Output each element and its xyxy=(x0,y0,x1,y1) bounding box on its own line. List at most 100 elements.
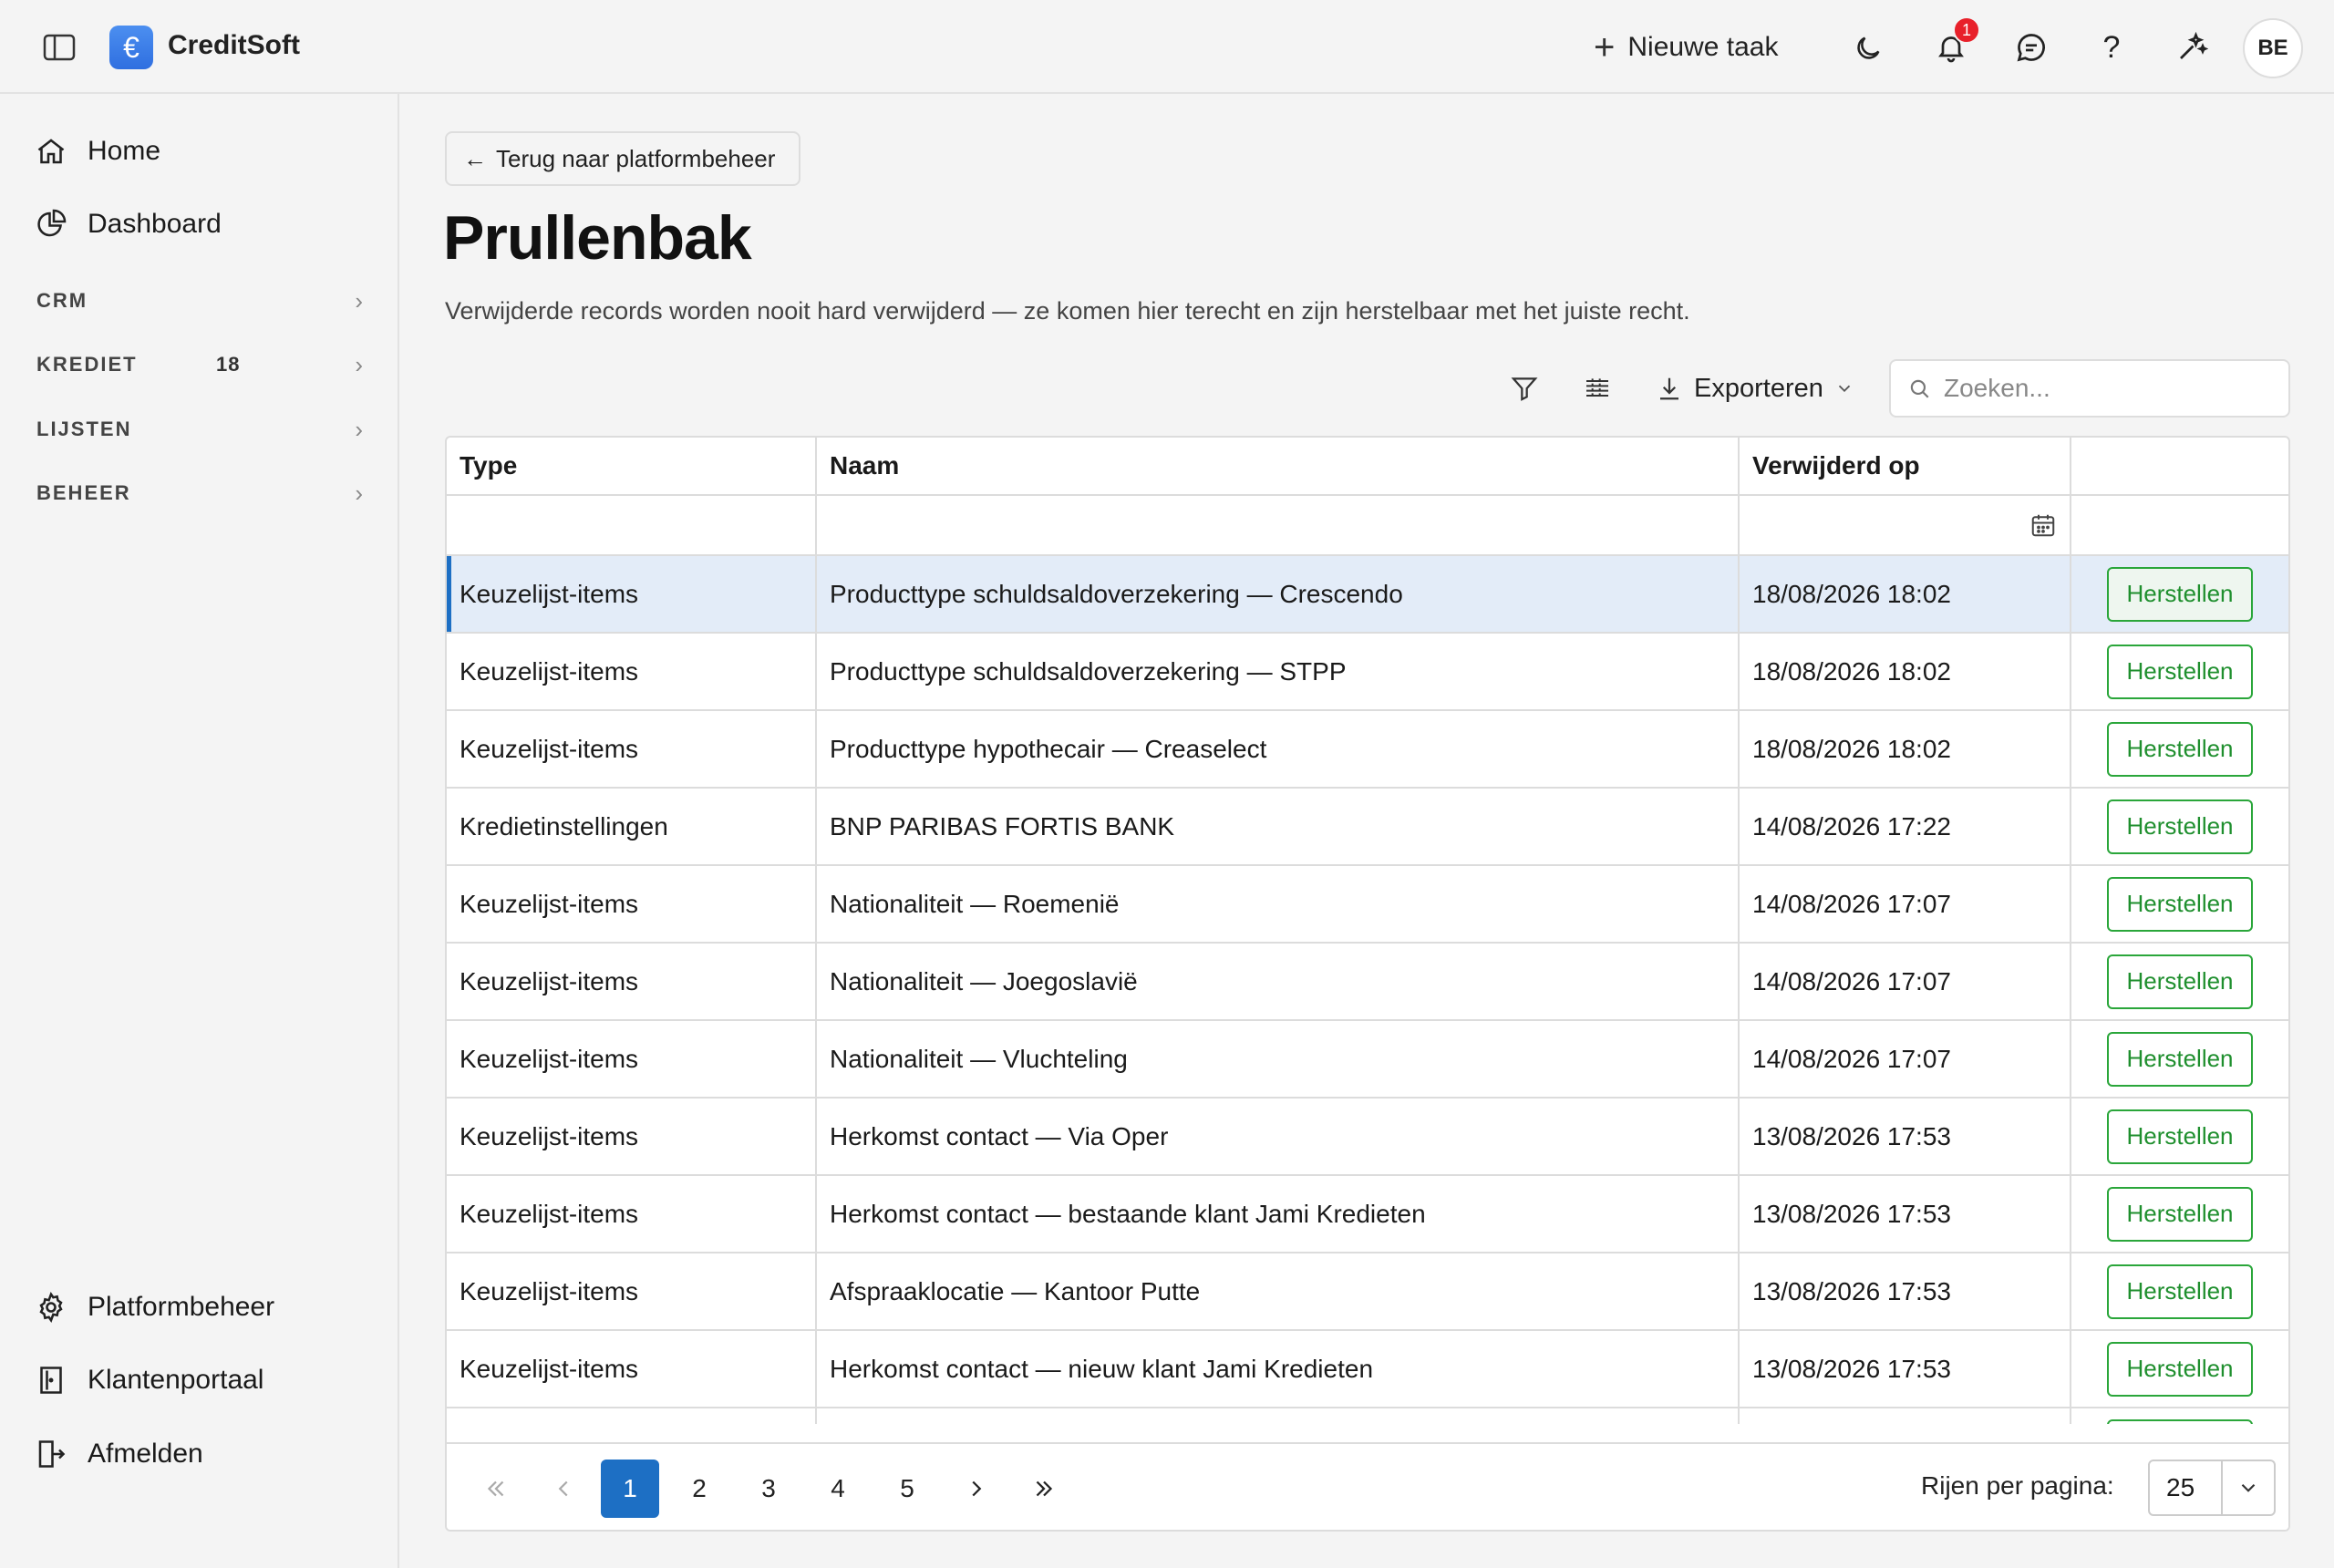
cell-naam: Nationaliteit — Roemenië xyxy=(817,866,1740,942)
table-row[interactable]: Keuzelijst-items Producttype schuldsaldov… xyxy=(447,634,2288,711)
table-row[interactable]: Keuzelijst-items Afspraaklocatie — Kantoo… xyxy=(447,1253,2288,1331)
arrow-left-icon: ← xyxy=(463,144,487,172)
sidebar-item-afmelden[interactable]: Afmelden xyxy=(35,1427,372,1481)
plus-icon: + xyxy=(1594,27,1616,67)
table-header: Type Naam Verwijderd op xyxy=(447,438,2288,496)
table-row[interactable]: Keuzelijst-items Nationaliteit — Vluchtel… xyxy=(447,1021,2288,1099)
restore-button[interactable]: Herstellen xyxy=(2107,1031,2253,1087)
export-button[interactable]: Exporteren xyxy=(1656,365,1854,412)
restore-button[interactable]: Herstellen xyxy=(2107,644,2253,699)
cell-verwijderd-op: 13/08/2026 17:53 xyxy=(1740,1176,2071,1252)
back-to-platformbeheer-button[interactable]: ← Terug naar platformbeheer xyxy=(445,131,800,186)
first-page-icon[interactable] xyxy=(467,1460,525,1518)
columns-icon[interactable] xyxy=(1577,365,1617,412)
restore-button[interactable]: Herstellen xyxy=(2107,721,2253,777)
table-row[interactable]: Keuzelijst-items Nationaliteit — Roemenië… xyxy=(447,866,2288,944)
user-avatar[interactable]: BE xyxy=(2243,18,2303,78)
search-box[interactable] xyxy=(1889,359,2290,418)
cell-type: Kredietinstellingen xyxy=(447,789,817,864)
table-row[interactable]: Keuzelijst-items Herkomst contact — besta… xyxy=(447,1176,2288,1253)
cell-verwijderd-op: 13/08/2026 17:53 xyxy=(1740,1099,2071,1174)
section-count: 18 xyxy=(216,353,241,376)
restore-button[interactable]: Herstellen xyxy=(2107,876,2253,932)
chevron-down-icon[interactable] xyxy=(2223,1476,2274,1500)
filter-type-input[interactable] xyxy=(447,496,817,554)
help-icon[interactable]: ? xyxy=(2093,27,2130,67)
table-row[interactable]: Keuzelijst-items Herkomst contact — nieuw… xyxy=(447,1331,2288,1408)
app-logo: € xyxy=(109,26,153,69)
column-header-naam[interactable]: Naam xyxy=(817,438,1740,494)
cell-type: Keuzelijst-items xyxy=(447,944,817,1019)
page-button-1[interactable]: 1 xyxy=(601,1460,659,1518)
portal-door-icon xyxy=(40,1367,62,1394)
ai-sparkle-icon[interactable] xyxy=(2172,27,2212,67)
sidebar-section-krediet[interactable]: KREDIET 18 › xyxy=(36,346,365,383)
cell-actions: Herstellen xyxy=(2071,1253,2288,1329)
download-icon xyxy=(1660,377,1678,400)
column-header-type[interactable]: Type xyxy=(447,438,817,494)
cell-actions: Herstellen xyxy=(2071,1176,2288,1252)
cell-verwijderd-op: 13/08/2026 17:53 xyxy=(1740,1253,2071,1329)
filter-date-input[interactable] xyxy=(1740,496,2071,554)
search-input[interactable] xyxy=(1944,374,2272,403)
new-task-button[interactable]: + Nieuwe taak xyxy=(1594,26,1778,69)
chat-icon[interactable] xyxy=(2011,27,2051,67)
trash-table: Type Naam Verwijderd op Keuzelijst-items… xyxy=(445,436,2290,1532)
sidebar-toggle-icon[interactable] xyxy=(38,29,80,66)
cell-naam: Afspraaklocatie — Kantoor Putte xyxy=(817,1253,1740,1329)
sidebar-section-beheer[interactable]: BEHEER › xyxy=(36,475,365,511)
restore-button[interactable]: Herstellen xyxy=(2107,1418,2253,1424)
next-page-icon[interactable] xyxy=(947,1460,1006,1518)
cell-naam: Producttype schuldsaldoverzekering — STP… xyxy=(817,634,1740,709)
restore-button[interactable]: Herstellen xyxy=(2107,1186,2253,1242)
sidebar-item-home[interactable]: Home xyxy=(35,124,372,179)
home-icon xyxy=(37,139,65,164)
sidebar-item-label: Dashboard xyxy=(88,209,222,239)
cell-verwijderd-op: 18/08/2026 18:02 xyxy=(1740,556,2071,632)
filter-naam-input[interactable] xyxy=(817,496,1740,554)
cell-actions: Herstellen xyxy=(2071,1408,2288,1424)
sidebar-item-dashboard[interactable]: Dashboard xyxy=(35,197,372,252)
rows-per-page-select[interactable]: 25 xyxy=(2148,1460,2276,1516)
cell-actions: Herstellen xyxy=(2071,944,2288,1019)
sidebar-section-crm[interactable]: CRM › xyxy=(36,283,365,319)
cell-type: Keuzelijst-items xyxy=(447,1099,817,1174)
cell-type: Keuzelijst-items xyxy=(447,1176,817,1252)
restore-button[interactable]: Herstellen xyxy=(2107,954,2253,1009)
dark-mode-moon-icon[interactable] xyxy=(1849,29,1887,67)
table-row[interactable]: Keuzelijst-items Producttype hypothecair … xyxy=(447,711,2288,789)
page-button-2[interactable]: 2 xyxy=(670,1460,728,1518)
cell-verwijderd-op: 14/08/2026 17:07 xyxy=(1740,866,2071,942)
cell-actions: Herstellen xyxy=(2071,1331,2288,1407)
page-button-4[interactable]: 4 xyxy=(809,1460,867,1518)
page-button-5[interactable]: 5 xyxy=(878,1460,936,1518)
sidebar-section-lijsten[interactable]: LIJSTEN › xyxy=(36,411,365,448)
section-label: KREDIET xyxy=(36,353,138,376)
export-label: Exporteren xyxy=(1694,373,1823,403)
sidebar-item-klantenportaal[interactable]: Klantenportaal xyxy=(35,1353,372,1408)
table-row[interactable]: Keuzelijst-items Herkomst contact — Via O… xyxy=(447,1099,2288,1176)
restore-button[interactable]: Herstellen xyxy=(2107,1109,2253,1164)
table-row[interactable]: Keuzelijst-items Producttype schuldsaldov… xyxy=(447,556,2288,634)
pie-chart-icon xyxy=(37,209,67,237)
notification-badge: 1 xyxy=(1953,16,1980,44)
restore-button[interactable]: Herstellen xyxy=(2107,1341,2253,1397)
section-label: LIJSTEN xyxy=(36,418,132,440)
calendar-icon[interactable] xyxy=(2029,511,2057,539)
column-header-verwijderd-op[interactable]: Verwijderd op xyxy=(1740,438,2071,494)
table-row[interactable]: Keuzelijst-itemsHerkomst contact — Phili… xyxy=(447,1408,2288,1424)
cell-type: Keuzelijst-items xyxy=(447,1408,817,1424)
cell-actions: Herstellen xyxy=(2071,789,2288,864)
restore-button[interactable]: Herstellen xyxy=(2107,1264,2253,1319)
filter-icon[interactable] xyxy=(1504,365,1544,412)
page-button-3[interactable]: 3 xyxy=(739,1460,798,1518)
sidebar-item-platformbeheer[interactable]: Platformbeheer xyxy=(35,1280,372,1335)
restore-button[interactable]: Herstellen xyxy=(2107,799,2253,854)
previous-page-icon[interactable] xyxy=(534,1460,593,1518)
table-row[interactable]: Keuzelijst-items Nationaliteit — Joegosla… xyxy=(447,944,2288,1021)
restore-button[interactable]: Herstellen xyxy=(2107,566,2253,622)
chevron-right-icon: › xyxy=(355,350,365,378)
table-row[interactable]: Kredietinstellingen BNP PARIBAS FORTIS BA… xyxy=(447,789,2288,866)
page-title: Prullenbak xyxy=(443,203,752,273)
last-page-icon[interactable] xyxy=(1015,1460,1073,1518)
